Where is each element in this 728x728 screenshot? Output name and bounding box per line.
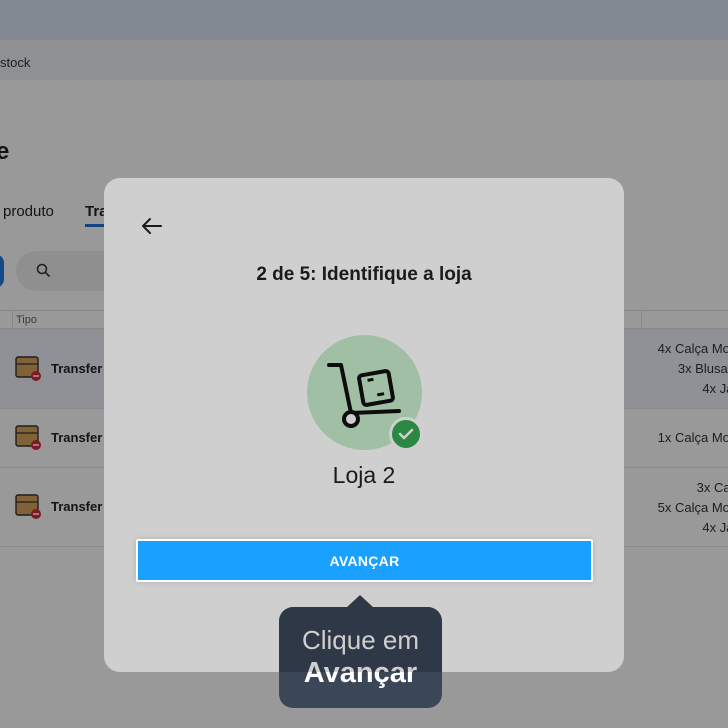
tooltip-arrow <box>346 595 374 608</box>
store-avatar <box>307 335 423 451</box>
back-arrow-icon[interactable] <box>138 212 166 240</box>
tooltip-line-1: Clique em <box>301 625 420 655</box>
advance-button[interactable]: AVANÇAR <box>136 539 593 582</box>
store-name: Loja 2 <box>332 462 396 488</box>
tooltip-line-2: Avançar <box>303 657 418 689</box>
selected-check-icon <box>389 417 423 451</box>
modal-title: 2 de 5: Identifique a loja <box>256 264 472 285</box>
guide-tooltip: Clique em Avançar <box>279 595 442 708</box>
